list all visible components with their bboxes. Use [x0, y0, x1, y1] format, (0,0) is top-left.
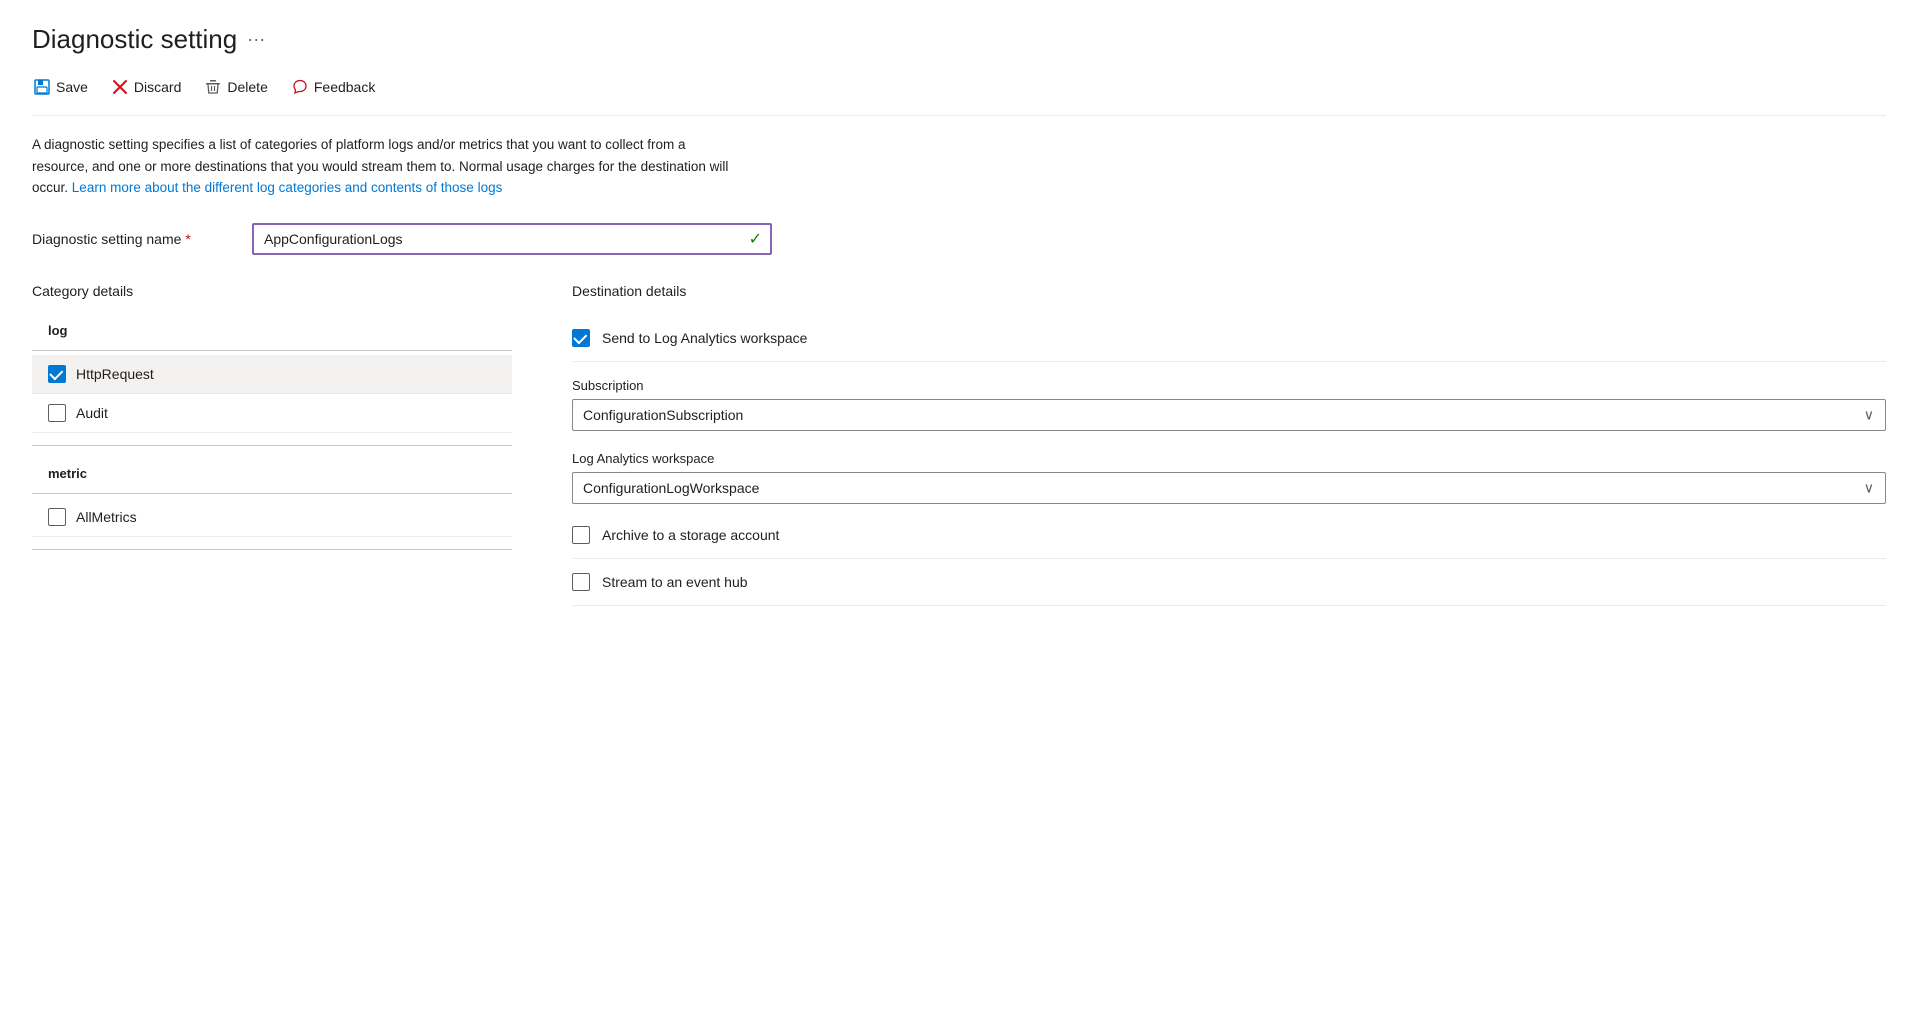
storage-checkbox[interactable] [572, 526, 590, 544]
audit-label: Audit [76, 405, 108, 421]
delete-button[interactable]: Delete [203, 75, 269, 99]
description: A diagnostic setting specifies a list of… [32, 134, 732, 199]
destination-details: Destination details Send to Log Analytic… [572, 283, 1886, 606]
workspace-select-wrapper: ConfigurationLogWorkspace [572, 472, 1886, 504]
discard-label: Discard [134, 79, 181, 95]
subscription-select-wrapper: ConfigurationSubscription [572, 399, 1886, 431]
discard-button[interactable]: Discard [110, 75, 183, 99]
log-analytics-sub: Subscription ConfigurationSubscription L… [572, 366, 1886, 512]
setting-name-row: Diagnostic setting name * ✓ [32, 223, 1886, 255]
subscription-select[interactable]: ConfigurationSubscription [572, 399, 1886, 431]
setting-name-input-wrapper: ✓ [252, 223, 772, 255]
learn-more-link[interactable]: Learn more about the different log categ… [72, 180, 503, 195]
page-title-ellipsis: ··· [247, 29, 265, 50]
category-item-audit: Audit [32, 394, 512, 433]
save-button[interactable]: Save [32, 75, 90, 99]
toolbar: Save Discard Delete Feedba [32, 75, 1886, 116]
feedback-label: Feedback [314, 79, 375, 95]
httprequest-label: HttpRequest [76, 366, 154, 382]
category-item-httprequest: HttpRequest [32, 355, 512, 394]
httprequest-checkbox[interactable] [48, 365, 66, 383]
workspace-label: Log Analytics workspace [572, 451, 1886, 466]
allmetrics-label: AllMetrics [76, 509, 137, 525]
workspace-select[interactable]: ConfigurationLogWorkspace [572, 472, 1886, 504]
category-details: Category details log HttpRequest Audit m… [32, 283, 512, 606]
bottom-divider [32, 549, 512, 550]
workspace-section: Log Analytics workspace ConfigurationLog… [572, 439, 1886, 512]
subscription-label: Subscription [572, 378, 1886, 393]
metric-group-divider [32, 493, 512, 494]
page-title: Diagnostic setting [32, 24, 237, 55]
subscription-section: Subscription ConfigurationSubscription [572, 366, 1886, 439]
dest-item-storage: Archive to a storage account [572, 512, 1886, 559]
delete-label: Delete [227, 79, 267, 95]
eventhub-label: Stream to an event hub [602, 574, 748, 590]
feedback-icon [292, 79, 308, 95]
save-label: Save [56, 79, 88, 95]
storage-label: Archive to a storage account [602, 527, 779, 543]
log-group-label: log [32, 315, 512, 346]
main-content: Category details log HttpRequest Audit m… [32, 283, 1886, 606]
destination-details-title: Destination details [572, 283, 1886, 299]
category-item-allmetrics: AllMetrics [32, 498, 512, 537]
feedback-button[interactable]: Feedback [290, 75, 377, 99]
allmetrics-checkbox[interactable] [48, 508, 66, 526]
input-valid-icon: ✓ [749, 229, 762, 249]
page-title-container: Diagnostic setting ··· [32, 24, 1886, 55]
setting-name-label: Diagnostic setting name * [32, 231, 252, 247]
log-group-divider [32, 350, 512, 351]
log-analytics-checkbox[interactable] [572, 329, 590, 347]
setting-name-input[interactable] [252, 223, 772, 255]
discard-icon [112, 79, 128, 95]
log-metric-divider [32, 445, 512, 446]
save-icon [34, 79, 50, 95]
eventhub-checkbox[interactable] [572, 573, 590, 591]
audit-checkbox[interactable] [48, 404, 66, 422]
delete-icon [205, 79, 221, 95]
dest-item-log-analytics: Send to Log Analytics workspace [572, 315, 1886, 362]
log-analytics-label: Send to Log Analytics workspace [602, 330, 807, 346]
metric-group-label: metric [32, 458, 512, 489]
dest-item-eventhub: Stream to an event hub [572, 559, 1886, 606]
category-details-title: Category details [32, 283, 512, 299]
